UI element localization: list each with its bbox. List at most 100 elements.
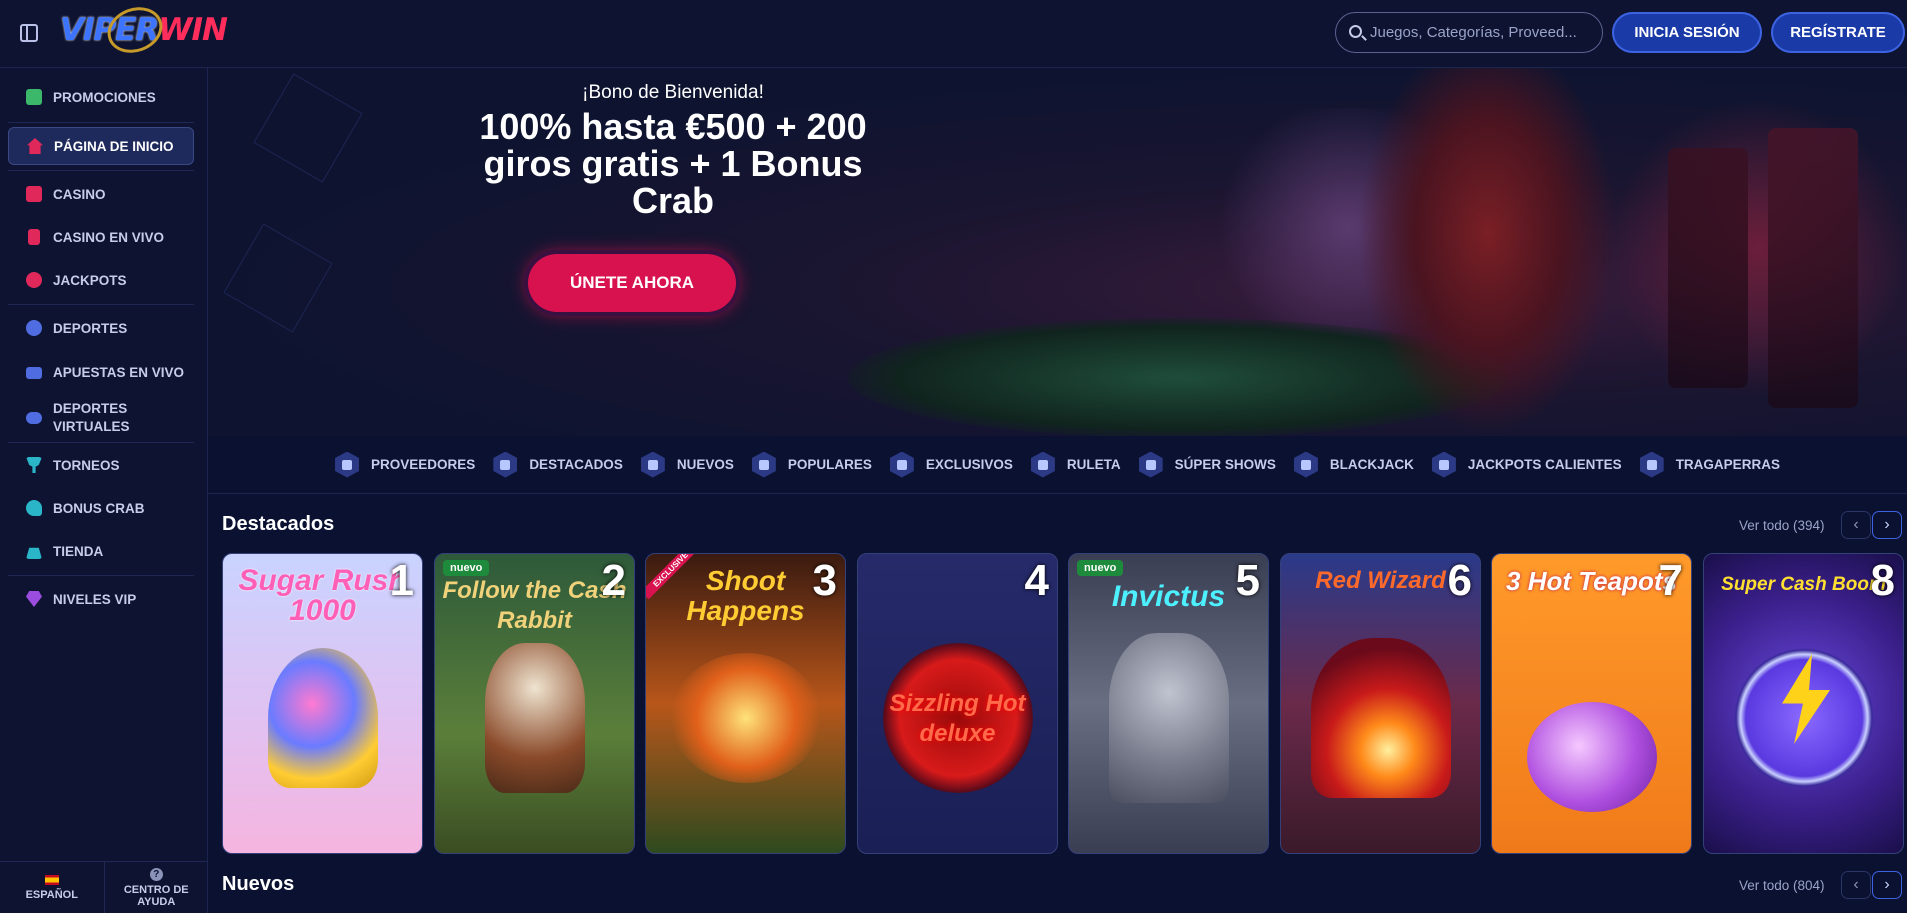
home-icon <box>27 138 43 154</box>
game-card[interactable]: EXCLUSIVE Shoot Happens 3 <box>645 553 846 854</box>
game-art <box>1310 638 1451 799</box>
featured-view-all-link[interactable]: Ver todo (394) <box>1739 518 1825 533</box>
category-label: JACKPOTS CALIENTES <box>1467 457 1622 472</box>
live-casino-icon <box>28 229 40 245</box>
sidebar-item-niveles-vip[interactable]: NIVELES VIP <box>8 580 194 618</box>
category-super-shows[interactable]: SÚPER SHOWS <box>1138 451 1276 478</box>
game-card[interactable]: nuevo Invictus 5 <box>1068 553 1269 854</box>
category-jackpots-calientes[interactable]: JACKPOTS CALIENTES <box>1431 451 1622 478</box>
sidebar-item-bonus-crab[interactable]: BONUS CRAB <box>8 489 194 527</box>
category-exclusivos[interactable]: EXCLUSIVOS <box>889 451 1013 478</box>
new-next-arrow-icon[interactable]: › <box>1872 871 1902 899</box>
search-placeholder: Juegos, Categorías, Proveed... <box>1370 24 1577 41</box>
diamond-icon <box>26 591 42 607</box>
search-input[interactable]: Juegos, Categorías, Proveed... <box>1335 12 1603 53</box>
game-art <box>484 643 585 794</box>
category-tragaperras[interactable]: TRAGAPERRAS <box>1639 451 1780 478</box>
new-icon <box>640 451 665 478</box>
game-rank: 3 <box>812 556 837 605</box>
help-label: CENTRO DE AYUDA <box>123 883 189 908</box>
flame-icon <box>751 451 776 478</box>
sidebar-item-home[interactable]: PÁGINA DE INICIO <box>8 127 194 165</box>
sidebar-item-apuestas-en-vivo[interactable]: APUESTAS EN VIVO <box>8 351 194 395</box>
crab-icon <box>26 500 42 516</box>
new-badge: nuevo <box>1077 560 1124 576</box>
game-rank: 5 <box>1235 556 1260 605</box>
hero-model-image <box>1358 68 1618 436</box>
live-bets-icon <box>26 367 42 379</box>
language-label: ESPAÑOL <box>25 888 78 901</box>
sidebar-item-label: PÁGINA DE INICIO <box>54 138 174 154</box>
sidebar-item-deportes-virtuales[interactable]: DEPORTES VIRTUALES <box>8 396 194 440</box>
game-card[interactable]: Red Wizard 6 <box>1280 553 1481 854</box>
game-rank: 7 <box>1658 556 1683 605</box>
gem-icon <box>889 451 914 478</box>
sidebar-item-torneos[interactable]: TORNEOS <box>8 446 194 484</box>
help-icon: ? <box>149 867 163 881</box>
shop-icon <box>26 547 42 559</box>
sidebar-item-jackpots[interactable]: JACKPOTS <box>8 261 194 299</box>
sidebar-item-label: JACKPOTS <box>53 272 127 288</box>
slot-machine-image <box>1768 128 1858 408</box>
logo-ring <box>101 0 169 61</box>
featured-next-arrow-icon[interactable]: › <box>1872 511 1902 539</box>
hero-banner[interactable]: ¡Bono de Bienvenida! 100% hasta €500 + 2… <box>208 68 1907 436</box>
sidebar-item-label: DEPORTES VIRTUALES <box>53 401 130 434</box>
help-center-link[interactable]: ? CENTRO DE AYUDA <box>105 862 209 913</box>
sidebar-item-label: NIVELES VIP <box>53 591 137 607</box>
register-button[interactable]: REGÍSTRATE <box>1771 12 1905 53</box>
clover-icon <box>26 272 42 288</box>
game-art <box>1526 702 1657 813</box>
sidebar-item-promociones[interactable]: PROMOCIONES <box>8 78 194 116</box>
show-icon <box>1138 451 1163 478</box>
sidebar-toggle-icon[interactable] <box>20 24 38 42</box>
new-view-all-link[interactable]: Ver todo (804) <box>1739 878 1825 893</box>
game-card[interactable]: Super Cash Boom 8 <box>1703 553 1904 854</box>
sidebar-item-live-casino[interactable]: CASINO EN VIVO <box>8 218 194 256</box>
category-blackjack[interactable]: BLACKJACK <box>1293 451 1414 478</box>
category-label: RULETA <box>1066 457 1121 472</box>
new-prev-arrow-icon[interactable]: ‹ <box>1841 871 1871 899</box>
sidebar-item-casino[interactable]: CASINO <box>8 175 194 213</box>
sidebar-item-label: DEPORTES <box>53 320 128 336</box>
trophy-icon <box>26 457 42 473</box>
category-ruleta[interactable]: RULETA <box>1030 451 1121 478</box>
game-art <box>1108 633 1229 804</box>
sidebar-item-deportes[interactable]: DEPORTES <box>8 309 194 347</box>
hero-subtitle: ¡Bono de Bienvenida! <box>582 82 764 103</box>
category-destacados[interactable]: DESTACADOS <box>493 451 623 478</box>
game-card[interactable]: nuevo Follow the Cash Rabbit 2 <box>434 553 635 854</box>
game-rank: 2 <box>601 556 626 605</box>
game-rank: 6 <box>1447 556 1472 605</box>
category-populares[interactable]: POPULARES <box>751 451 872 478</box>
category-label: BLACKJACK <box>1329 457 1414 472</box>
sidebar-item-tienda[interactable]: TIENDA <box>8 532 194 570</box>
game-title: Sizzling Hot deluxe <box>889 690 1026 747</box>
sidebar-item-label: CASINO EN VIVO <box>53 229 165 245</box>
game-card[interactable]: Sizzling Hot deluxe 4 <box>857 553 1058 854</box>
sidebar-footer: ESPAÑOL ? CENTRO DE AYUDA <box>0 861 208 913</box>
join-now-button[interactable]: ÚNETE AHORA <box>528 254 736 312</box>
sidebar: PROMOCIONES PÁGINA DE INICIO CASINO CASI… <box>0 68 208 913</box>
slot-machine-image <box>1668 148 1748 388</box>
game-rank: 4 <box>1024 556 1049 605</box>
sidebar-item-label: TORNEOS <box>53 457 120 473</box>
new-section-title: Nuevos <box>222 873 295 895</box>
game-art <box>267 648 378 789</box>
roulette-icon <box>1030 451 1055 478</box>
game-card[interactable]: Sugar Rush 1000 1 <box>222 553 423 854</box>
gamepad-icon <box>26 412 42 424</box>
game-card[interactable]: 3 Hot Teapots 7 <box>1491 553 1692 854</box>
category-nuevos[interactable]: NUEVOS <box>640 451 734 478</box>
language-selector[interactable]: ESPAÑOL <box>0 862 105 913</box>
star-icon <box>493 451 518 478</box>
slot-machine-icon <box>26 186 42 202</box>
gift-icon <box>26 89 42 105</box>
featured-prev-arrow-icon[interactable]: ‹ <box>1841 511 1871 539</box>
top-bar: VIPERWIN Juegos, Categorías, Proveed... … <box>0 0 1907 68</box>
category-proveedores[interactable]: PROVEEDORES <box>335 451 475 478</box>
login-button[interactable]: INICIA SESIÓN <box>1612 12 1762 53</box>
brand-logo[interactable]: VIPERWIN <box>60 0 228 61</box>
cards-icon <box>1293 451 1318 478</box>
new-badge: nuevo <box>443 560 490 576</box>
